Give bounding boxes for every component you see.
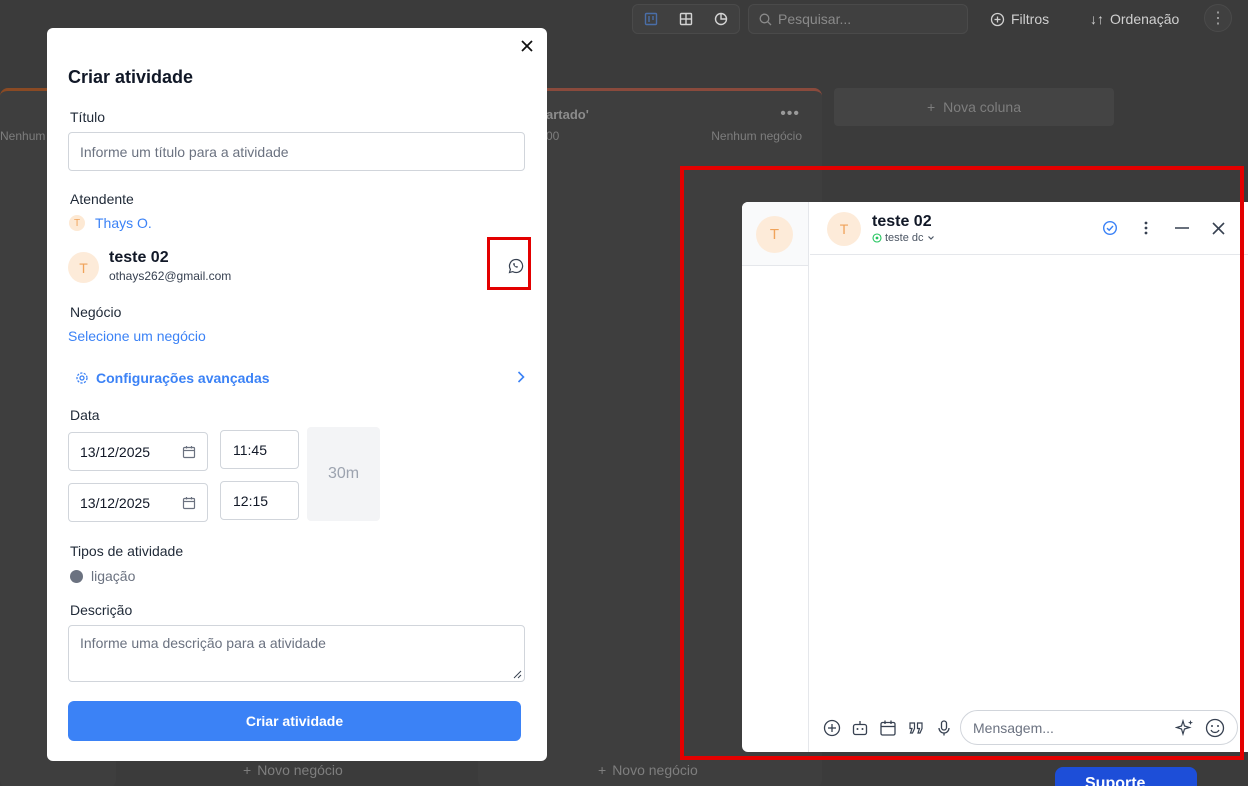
- new-column-button[interactable]: + Nova coluna: [834, 88, 1114, 126]
- title-label: Título: [70, 109, 106, 125]
- plus-icon: +: [926, 99, 936, 115]
- attendant-link[interactable]: Thays O.: [95, 215, 152, 231]
- chevron-right-icon: [517, 367, 525, 388]
- start-date-value: 13/12/2025: [80, 443, 151, 460]
- create-activity-button[interactable]: Criar atividade: [68, 701, 521, 741]
- table-view-icon[interactable]: [668, 5, 703, 33]
- new-deal-label: Novo negócio: [612, 762, 698, 778]
- plus-circle-icon: [990, 12, 1005, 26]
- support-button[interactable]: Suporte: [1055, 767, 1197, 786]
- search-icon: [759, 13, 772, 25]
- column-menu-icon[interactable]: •••: [780, 105, 800, 123]
- new-deal-button[interactable]: + Novo negócio: [243, 762, 343, 778]
- order-button[interactable]: ↓↑ Ordenação: [1080, 4, 1189, 34]
- chat-highlight-box: [680, 166, 1244, 760]
- description-placeholder: Informe uma descrição para a atividade: [80, 635, 326, 651]
- end-time-input[interactable]: 12:15: [220, 481, 299, 520]
- calendar-icon: [182, 496, 196, 509]
- advanced-settings-toggle[interactable]: Configurações avançadas: [75, 367, 525, 388]
- contact-email: othays262@gmail.com: [109, 269, 232, 283]
- end-date-value: 13/12/2025: [80, 494, 151, 511]
- kanban-view-icon[interactable]: [633, 5, 668, 33]
- column-value: 00: [546, 129, 560, 143]
- whatsapp-highlight-box: [487, 237, 531, 290]
- end-date-input[interactable]: 13/12/2025: [68, 483, 208, 522]
- resize-handle-icon[interactable]: [512, 669, 522, 679]
- deal-label: Negócio: [70, 304, 122, 320]
- column-title: artado': [546, 107, 589, 122]
- start-date-input[interactable]: 13/12/2025: [68, 432, 208, 471]
- plus-icon: +: [598, 762, 607, 778]
- advanced-settings-label: Configurações avançadas: [96, 369, 270, 386]
- search-placeholder: Pesquisar...: [778, 11, 852, 27]
- modal-title: Criar atividade: [68, 67, 194, 87]
- activity-type-label[interactable]: ligação: [91, 568, 135, 584]
- plus-icon: +: [243, 762, 252, 778]
- search-box[interactable]: Pesquisar...: [748, 4, 968, 34]
- contact-name: teste 02: [109, 249, 169, 266]
- start-time-input[interactable]: 11:45: [220, 430, 299, 469]
- filters-label: Filtros: [1011, 11, 1050, 27]
- chart-view-icon[interactable]: [704, 5, 739, 33]
- activity-type-dot[interactable]: [70, 570, 83, 583]
- sort-icon: ↓↑: [1090, 11, 1104, 27]
- description-textarea[interactable]: Informe uma descrição para a atividade: [68, 625, 525, 682]
- create-activity-modal: Criar atividade Título Informe um título…: [47, 28, 547, 761]
- gear-icon: [76, 371, 88, 384]
- column-empty-text: Nenhum negócio: [711, 129, 802, 143]
- title-placeholder: Informe um título para a atividade: [80, 143, 289, 160]
- activity-types-label: Tipos de atividade: [70, 543, 184, 559]
- close-icon[interactable]: [517, 36, 537, 56]
- title-input[interactable]: Informe um título para a atividade: [68, 132, 525, 171]
- more-options-icon[interactable]: ⋮: [1204, 4, 1232, 32]
- view-switcher: [632, 4, 740, 34]
- description-label: Descrição: [70, 602, 133, 618]
- calendar-icon: [182, 445, 196, 458]
- column-empty-text: Nenhum: [0, 129, 46, 143]
- order-label: Ordenação: [1110, 11, 1180, 27]
- new-column-label: Nova coluna: [943, 99, 1021, 115]
- new-deal-label: Novo negócio: [257, 762, 343, 778]
- duration-display: 30m: [307, 427, 380, 521]
- filters-button[interactable]: Filtros: [980, 4, 1059, 34]
- avatar: T: [69, 215, 85, 231]
- date-label: Data: [70, 407, 100, 423]
- select-deal-link[interactable]: Selecione um negócio: [68, 328, 206, 344]
- attendant-label: Atendente: [70, 191, 134, 207]
- new-deal-button[interactable]: + Novo negócio: [598, 762, 698, 778]
- contact-avatar: T: [68, 252, 99, 283]
